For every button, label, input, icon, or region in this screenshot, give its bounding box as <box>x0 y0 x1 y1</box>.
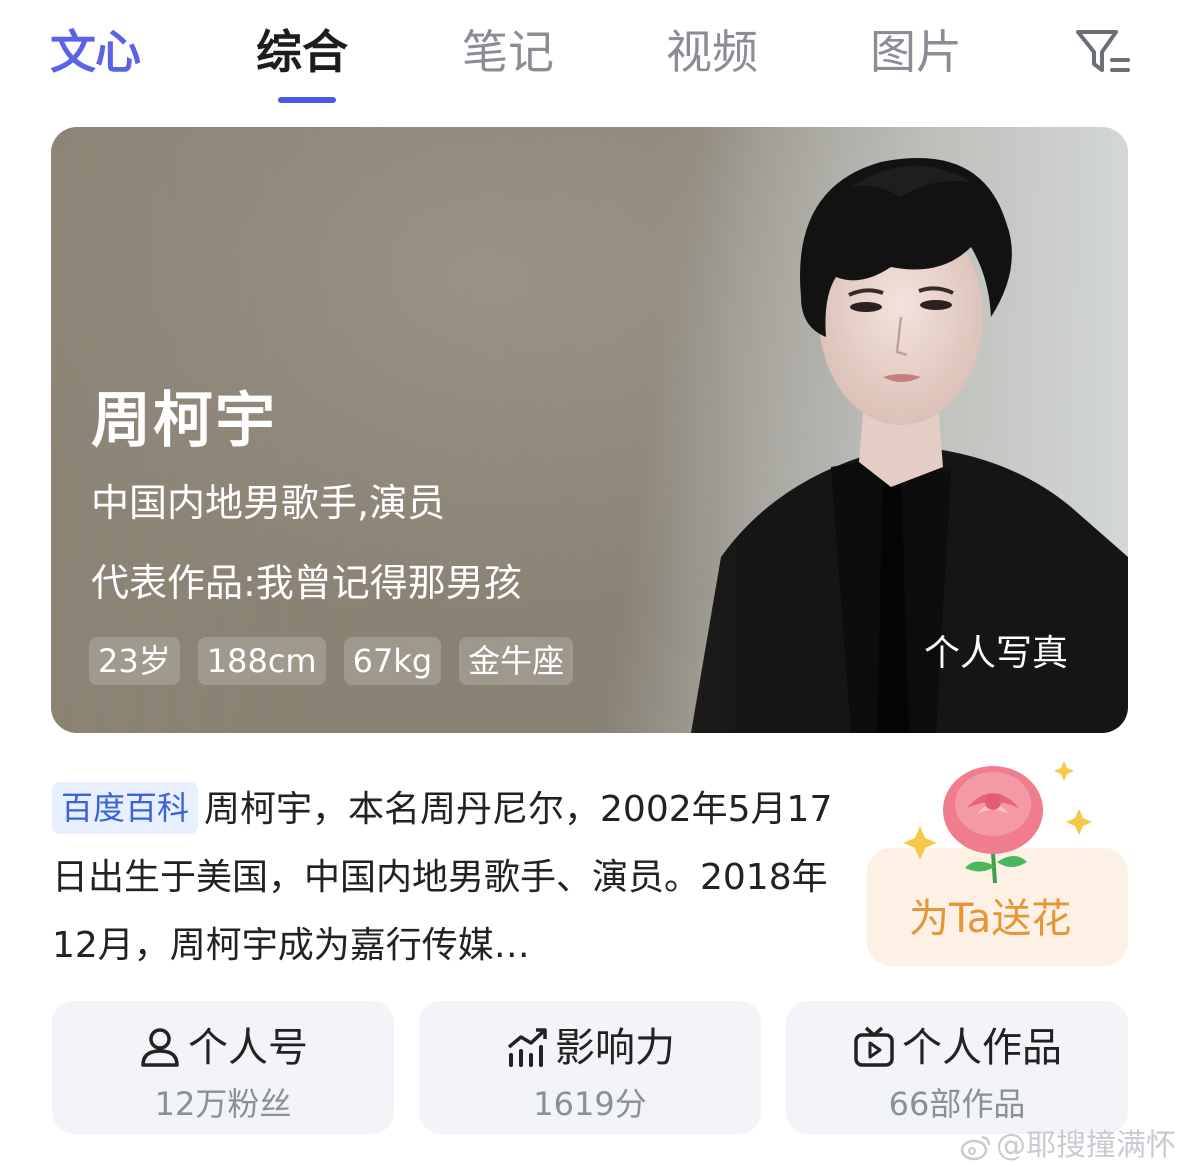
baike-summary[interactable]: 百度百科 周柯宇，本名周丹尼尔，2002年5月17日出生于美国，中国内地男歌手、演… <box>52 776 852 980</box>
personal-works-card[interactable]: 个人作品 66部作品 <box>786 1001 1128 1134</box>
filter-icon[interactable] <box>1072 24 1132 80</box>
personal-account-title: 个人号 <box>52 1015 394 1073</box>
profile-hero-card[interactable]: 周柯宇 中国内地男歌手,演员 代表作品:我曾记得那男孩 23岁 188cm 67… <box>51 127 1128 733</box>
influence-label: 影响力 <box>555 1025 675 1071</box>
send-flower-label: 为Ta送花 <box>909 896 1072 942</box>
personal-account-label: 个人号 <box>188 1025 308 1071</box>
personal-account-followers: 12万粉丝 <box>154 1085 292 1123</box>
height-chip: 188cm <box>197 637 326 685</box>
profile-name: 周柯宇 <box>91 386 277 456</box>
rose-icon <box>903 761 1092 884</box>
wenxin-logo-tab[interactable]: 文心 <box>50 20 141 84</box>
personal-photos-link[interactable]: 个人写真 <box>924 624 1068 676</box>
personal-works-title: 个人作品 <box>786 1015 1128 1073</box>
tab-images[interactable]: 图片 <box>870 20 962 84</box>
profile-representative-works: 代表作品:我曾记得那男孩 <box>91 561 522 605</box>
weibo-logo-icon <box>960 1135 991 1161</box>
profile-attribute-chips: 23岁 188cm 67kg 金牛座 <box>89 637 574 685</box>
active-tab-indicator <box>278 97 336 103</box>
weight-chip: 67kg <box>343 637 442 685</box>
weibo-watermark: @耶搜撞满怀 <box>960 1120 1176 1164</box>
tab-notes[interactable]: 笔记 <box>462 20 554 84</box>
influence-title: 影响力 <box>419 1015 761 1073</box>
zodiac-chip: 金牛座 <box>459 637 574 685</box>
trend-chart-icon <box>507 1028 547 1067</box>
influence-card[interactable]: 影响力 1619分 <box>419 1001 761 1134</box>
profile-occupation: 中国内地男歌手,演员 <box>91 481 446 525</box>
baike-source-tag[interactable]: 百度百科 <box>52 782 199 834</box>
watermark-text: @耶搜撞满怀 <box>996 1128 1176 1163</box>
influence-score: 1619分 <box>533 1085 647 1123</box>
tab-videos[interactable]: 视频 <box>666 20 758 84</box>
person-icon <box>141 1028 179 1067</box>
personal-works-count: 66部作品 <box>888 1085 1026 1123</box>
video-play-icon <box>854 1026 894 1067</box>
personal-account-card[interactable]: 个人号 12万粉丝 <box>52 1001 394 1134</box>
personal-works-label: 个人作品 <box>902 1025 1062 1071</box>
tab-comprehensive[interactable]: 综合 <box>256 20 348 84</box>
top-tab-bar: 文心 综合 笔记 视频 图片 <box>0 0 1179 110</box>
age-chip: 23岁 <box>89 637 180 685</box>
